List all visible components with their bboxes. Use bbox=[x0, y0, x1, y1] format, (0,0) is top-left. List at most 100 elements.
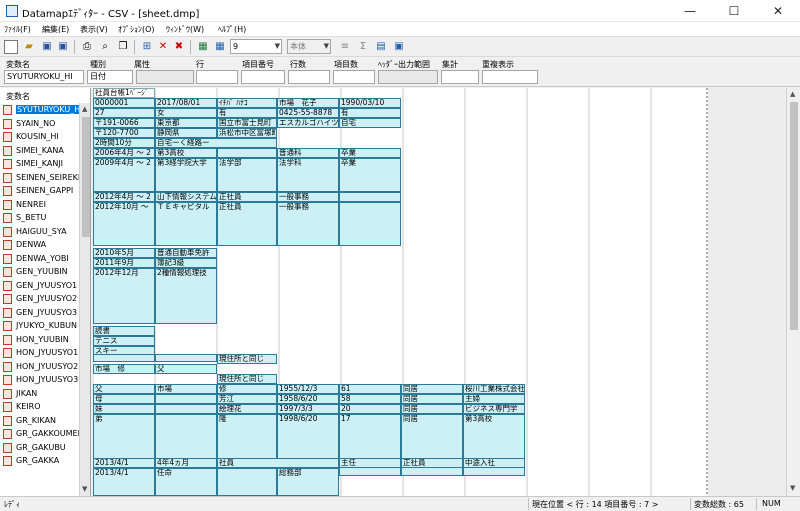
cell-spouse[interactable]: 有 bbox=[217, 108, 277, 118]
cell-job1-period[interactable]: 2012年4月 ～ 2 bbox=[93, 192, 155, 202]
cell-postal[interactable]: 〒191-0066 bbox=[93, 118, 155, 128]
family-cell[interactable]: 妹 bbox=[93, 404, 155, 414]
family-cell[interactable]: 61 bbox=[339, 384, 401, 394]
sum-icon[interactable]: Σ bbox=[356, 40, 370, 54]
cell-job2-role[interactable]: 一般事務 bbox=[277, 202, 339, 246]
cell-job1-type[interactable]: 正社員 bbox=[217, 192, 277, 202]
cell-home-city[interactable]: 浜松市中区富塚町 bbox=[217, 128, 277, 138]
cell-edu2-status[interactable]: 卒業 bbox=[339, 158, 401, 192]
cell-edu1-faculty[interactable] bbox=[217, 148, 277, 158]
cell-edu1-course[interactable]: 普通科 bbox=[277, 148, 339, 158]
cell-same-blank[interactable] bbox=[155, 354, 217, 362]
cell-job2-company[interactable]: ＴＥキャピタル bbox=[155, 202, 217, 246]
cell-age[interactable]: 27 bbox=[93, 108, 155, 118]
scroll-down-icon[interactable]: ▼ bbox=[82, 485, 87, 493]
variable-list-item[interactable]: SEINEN_GAPPI bbox=[0, 184, 90, 198]
family-cell[interactable]: 同居 bbox=[401, 394, 463, 404]
variable-list-item[interactable]: HAIGUU_SYA bbox=[0, 225, 90, 239]
variable-list-item[interactable]: SIMEI_KANJI bbox=[0, 157, 90, 171]
menu-edit[interactable]: 編集(E) bbox=[42, 24, 69, 35]
cell-job2-period[interactable]: 2012年10月 ～ bbox=[93, 202, 155, 246]
cell-edu2-course[interactable]: 法学科 bbox=[277, 158, 339, 192]
duplicate-field[interactable] bbox=[482, 70, 538, 84]
menu-file[interactable]: ﾌｧｲﾙ(F) bbox=[4, 24, 31, 35]
size-select[interactable]: 9 ▼ bbox=[230, 39, 282, 54]
menu-help[interactable]: ﾍﾙﾌﾟ(H) bbox=[218, 24, 246, 35]
cell-phone-spare[interactable]: 有 bbox=[339, 108, 401, 118]
cell-date[interactable]: 2017/08/01 bbox=[155, 98, 217, 108]
family-cell[interactable]: 58 bbox=[339, 394, 401, 404]
cell-lic2-name[interactable]: 簿記3級 bbox=[155, 258, 217, 268]
cell-edu1-period[interactable]: 2006年4月 ～ 2 bbox=[93, 148, 155, 158]
cell-bottom2-blank[interactable] bbox=[217, 468, 277, 496]
cell-bottom2-type[interactable]: 任命 bbox=[155, 468, 217, 496]
cell-same-label[interactable] bbox=[93, 354, 155, 362]
cell-bottom2-department[interactable]: 総務部 bbox=[277, 468, 339, 496]
menu-window[interactable]: ｳｨﾝﾄﾞｳ(W) bbox=[166, 24, 204, 35]
new-file-icon[interactable] bbox=[4, 40, 18, 54]
cell-hobby2[interactable]: テニス bbox=[93, 336, 155, 346]
family-cell[interactable]: 修 bbox=[217, 384, 277, 394]
save-icon[interactable]: ▣ bbox=[40, 40, 54, 54]
family-cell[interactable]: 母 bbox=[93, 394, 155, 404]
cell-job1-note[interactable] bbox=[339, 192, 401, 202]
font-select[interactable]: 本体 ▼ bbox=[287, 39, 331, 54]
sheet-scrollbar[interactable]: ▲ ▼ bbox=[786, 88, 800, 496]
variable-name-field[interactable]: SYUTURYOKU_HI bbox=[4, 70, 84, 84]
variable-list-item[interactable]: JIKAN bbox=[0, 387, 90, 401]
image-icon[interactable]: ▤ bbox=[374, 40, 388, 54]
family-cell[interactable]: 同居 bbox=[401, 404, 463, 414]
variable-list-item[interactable]: GEN_JYUUSYO1 bbox=[0, 279, 90, 293]
delete-icon[interactable]: ✕ bbox=[156, 40, 170, 54]
cell-same-address-1[interactable]: 現住所と同じ bbox=[217, 354, 277, 364]
family-cell[interactable]: 絵理花 bbox=[217, 404, 277, 414]
save-all-icon[interactable]: ▣ bbox=[56, 40, 70, 54]
cell-bottom1-date[interactable]: 2013/4/1 bbox=[93, 458, 155, 468]
variable-list-item[interactable]: GR_GAKKOUMEI bbox=[0, 427, 90, 441]
close-button[interactable]: ✕ bbox=[756, 0, 800, 22]
variable-list-item[interactable]: SYUTURYOKU_HI bbox=[0, 103, 90, 117]
cell-prefecture[interactable]: 東京都 bbox=[155, 118, 217, 128]
scroll-thumb[interactable] bbox=[790, 102, 798, 330]
cell-home-prefecture[interactable]: 静岡県 bbox=[155, 128, 217, 138]
variable-list-item[interactable]: DENWA bbox=[0, 238, 90, 252]
grid-view-icon[interactable]: ▦ bbox=[196, 40, 210, 54]
variable-list-item[interactable]: GEN_YUUBIN bbox=[0, 265, 90, 279]
row-field[interactable] bbox=[196, 70, 238, 84]
cell-same-address-2[interactable]: 現住所と同じ bbox=[217, 374, 277, 384]
cell-lic2-date[interactable]: 2011年9月 bbox=[93, 258, 155, 268]
cell-kana[interactable]: ｲﾁﾊﾞ ﾊﾅｺ bbox=[217, 98, 277, 108]
family-cell[interactable]: 20 bbox=[339, 404, 401, 414]
variable-list-item[interactable]: GR_GAKUBU bbox=[0, 441, 90, 455]
family-cell[interactable] bbox=[155, 404, 217, 414]
family-cell[interactable]: 1997/3/3 bbox=[277, 404, 339, 414]
family-cell[interactable]: 同居 bbox=[401, 384, 463, 394]
family-cell[interactable]: 1958/6/20 bbox=[277, 394, 339, 404]
cell-lic1-date[interactable]: 2010年5月 bbox=[93, 248, 155, 258]
maximize-button[interactable]: ☐ bbox=[712, 0, 756, 22]
item-number-field[interactable] bbox=[241, 70, 285, 84]
cell-building[interactable]: エスカルゴハイツ bbox=[277, 118, 339, 128]
cell-job1-company[interactable]: 山下情報システム bbox=[155, 192, 217, 202]
print-preview-icon[interactable]: ⌕ bbox=[98, 40, 112, 54]
cell-lic3-date[interactable]: 2012年12月 bbox=[93, 268, 155, 324]
open-folder-icon[interactable]: ▰ bbox=[22, 40, 36, 54]
variable-list-item[interactable]: GEN_JYUUSYO2 bbox=[0, 292, 90, 306]
variable-list-item[interactable]: SEINEN_SEIREKI bbox=[0, 171, 90, 185]
variable-list-item[interactable]: NENREI bbox=[0, 198, 90, 212]
cell-emergency-relation[interactable]: 父 bbox=[155, 364, 217, 374]
cell-employee-no[interactable]: 0000001 bbox=[93, 98, 155, 108]
cell-city[interactable]: 国立市富士見町 bbox=[217, 118, 277, 128]
item-count-field[interactable] bbox=[333, 70, 375, 84]
cell-lic1-name[interactable]: 普通自動車免許 bbox=[155, 248, 217, 258]
cell-edu2-faculty[interactable]: 法学部 bbox=[217, 158, 277, 192]
variable-list-item[interactable]: DENWA_YOBI bbox=[0, 252, 90, 266]
variable-list-scrollbar[interactable]: ▲ ▼ bbox=[79, 103, 90, 496]
print-icon[interactable]: ⎙ bbox=[80, 40, 94, 54]
variable-list-item[interactable]: KEIRO bbox=[0, 400, 90, 414]
cell-sex[interactable]: 女 bbox=[155, 108, 217, 118]
cell-phone[interactable]: 0425-55-8878 bbox=[277, 108, 339, 118]
minimize-button[interactable]: — bbox=[668, 0, 712, 22]
type-field[interactable]: 日付 bbox=[87, 70, 133, 84]
variable-list-item[interactable]: SYAIN_NO bbox=[0, 117, 90, 131]
